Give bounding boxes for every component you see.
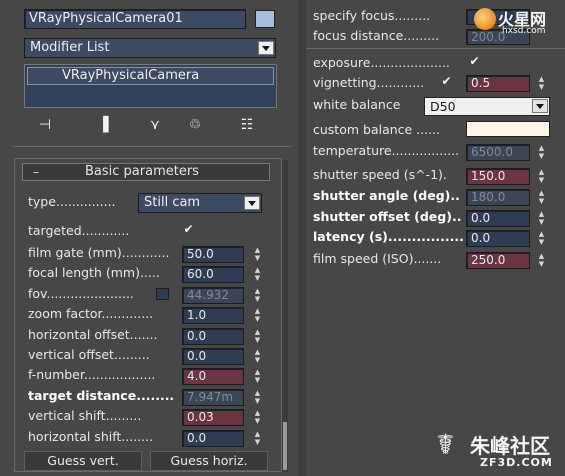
guess-horiz-button[interactable]: Guess horiz. (150, 451, 268, 471)
latency-spinner[interactable]: ▲ ▼ (536, 230, 547, 247)
shutter-angle-label: shutter angle (deg).. (313, 188, 460, 203)
latency-label: latency (s)...................... (313, 229, 463, 244)
white-balance-value: D50 (430, 99, 456, 114)
target-distance-spinner[interactable]: ▲ ▼ (252, 389, 263, 406)
horizontal-shift-field[interactable]: 0.0 (182, 430, 244, 447)
zoom-factor-field[interactable]: 1.0 (182, 307, 244, 324)
zoom-factor-label: zoom factor............. (28, 306, 154, 321)
object-name-field[interactable]: VRayPhysicalCamera01 (24, 9, 246, 29)
vertical-offset-label: vertical offset......... (28, 347, 150, 362)
shutter-offset-field[interactable]: 0.0 (466, 210, 530, 227)
rollout-title: Basic parameters (85, 164, 199, 179)
custom-balance-label: custom balance ...... (313, 122, 441, 137)
shutter-offset-spinner[interactable]: ▲ ▼ (536, 210, 547, 227)
fov-field[interactable]: 44.932 (182, 287, 244, 304)
exposure-label: exposure.................... (313, 55, 450, 70)
rollout-header[interactable]: – Basic parameters (22, 163, 270, 181)
fov-checkbox[interactable] (156, 288, 169, 300)
pin-stack-icon[interactable]: ⊣ (34, 116, 56, 134)
f-number-label: f-number.................. (28, 367, 156, 382)
vertical-shift-label: vertical shift......... (28, 408, 142, 423)
temperature-label: temperature................. (313, 143, 460, 158)
fov-spinner[interactable]: ▲ ▼ (252, 287, 263, 304)
white-balance-dropdown[interactable]: D50 (424, 97, 550, 116)
configure-modifier-sets-icon[interactable]: ☷ (236, 116, 258, 134)
horizontal-offset-spinner[interactable]: ▲ ▼ (252, 328, 263, 345)
latency-field[interactable]: 0.0 (466, 230, 530, 247)
vignetting-spinner[interactable]: ▲ ▼ (536, 75, 547, 92)
guess-vert-button[interactable]: Guess vert. (24, 451, 142, 471)
zf3d-logo-text: 朱峰社区 (470, 434, 550, 458)
vignetting-label: vignetting............ (313, 75, 425, 90)
film-gate-spinner[interactable]: ▲ ▼ (252, 246, 263, 263)
temperature-spinner[interactable]: ▲ ▼ (536, 144, 547, 161)
focal-length-field[interactable]: 60.0 (182, 266, 244, 283)
shutter-speed-spinner[interactable]: ▲ ▼ (536, 168, 547, 185)
specify-focus-label: specify focus......... (313, 8, 431, 23)
f-number-spinner[interactable]: ▲ ▼ (252, 368, 263, 385)
hxsd-logo-mark (474, 8, 496, 30)
horizontal-shift-label: horizontal shift........ (28, 429, 154, 444)
focal-length-label: focal length (mm)..... (28, 265, 160, 280)
zoom-factor-spinner[interactable]: ▲ ▼ (252, 307, 263, 324)
vertical-offset-field[interactable]: 0.0 (182, 348, 244, 365)
film-speed-label: film speed (ISO)....... (313, 251, 442, 266)
shutter-speed-field[interactable]: 150.0 (466, 168, 530, 185)
film-gate-label: film gate (mm)............ (28, 245, 170, 260)
f-number-field[interactable]: 4.0 (182, 368, 244, 385)
zf3d-logo-url: ZF3D.COM (480, 456, 553, 469)
film-speed-spinner[interactable]: ▲ ▼ (536, 252, 547, 269)
type-dropdown[interactable]: Still cam (138, 193, 262, 213)
targeted-label: targeted............ (28, 223, 130, 238)
temperature-field[interactable]: 6500.0 (466, 144, 530, 161)
horizontal-shift-spinner[interactable]: ▲ ▼ (252, 430, 263, 447)
hxsd-logo-url: hxsd.com (502, 26, 546, 36)
hxsd-logo: 火星网 hxsd.com (474, 6, 564, 38)
scrollbar-thumb[interactable] (283, 422, 287, 470)
collapse-icon[interactable]: – (33, 164, 39, 180)
modifier-list-dropdown[interactable]: Modifier List (24, 38, 276, 58)
modifier-stack-item[interactable]: VRayPhysicalCamera (27, 67, 274, 85)
show-end-result-icon[interactable]: ▐ (92, 116, 114, 134)
toolbar-divider (12, 146, 292, 147)
vertical-offset-spinner[interactable]: ▲ ▼ (252, 348, 263, 365)
targeted-checkbox[interactable]: ✔ (182, 223, 195, 236)
white-balance-label: white balance (313, 97, 401, 112)
shutter-angle-field[interactable]: 180.0 (466, 189, 530, 206)
chevron-down-icon[interactable] (532, 99, 548, 113)
film-gate-field[interactable]: 50.0 (182, 246, 244, 263)
chevron-down-icon[interactable] (258, 41, 274, 55)
custom-balance-swatch[interactable] (466, 121, 550, 137)
exposure-checkbox[interactable]: ✔ (468, 55, 481, 68)
object-color-swatch[interactable] (255, 10, 275, 28)
zf3d-logo: ☤ 朱峰社区 ZF3D.COM (436, 428, 564, 474)
remove-modifier-icon[interactable]: ♲ (184, 116, 206, 134)
chevron-down-icon[interactable] (244, 196, 260, 210)
focal-length-spinner[interactable]: ▲ ▼ (252, 266, 263, 283)
target-distance-field[interactable]: 7.947m (182, 389, 244, 406)
type-label: type............... (28, 194, 116, 209)
vignetting-checkbox[interactable]: ✔ (440, 75, 453, 88)
type-value: Still cam (144, 195, 201, 210)
shutter-offset-label: shutter offset (deg).. (313, 209, 462, 224)
focus-distance-label: focus distance......... (313, 28, 440, 43)
right-divider (306, 48, 565, 49)
panel-divider (298, 0, 306, 476)
modifier-stack[interactable]: VRayPhysicalCamera (24, 64, 277, 108)
modifier-list-label: Modifier List (30, 40, 110, 55)
horizontal-offset-field[interactable]: 0.0 (182, 328, 244, 345)
film-speed-field[interactable]: 250.0 (466, 252, 530, 269)
rollout-scrollbar[interactable] (282, 160, 288, 472)
target-distance-label: target distance........ (28, 388, 175, 403)
vertical-shift-spinner[interactable]: ▲ ▼ (252, 409, 263, 426)
make-unique-icon[interactable]: ⋎ (144, 116, 166, 134)
vignetting-field[interactable]: 0.5 (466, 75, 530, 92)
horizontal-offset-label: horizontal offset....... (28, 327, 158, 342)
zf3d-logo-mark: ☤ (436, 428, 455, 461)
shutter-angle-spinner[interactable]: ▲ ▼ (536, 189, 547, 206)
shutter-speed-label: shutter speed (s^-1). (313, 167, 447, 182)
vertical-shift-field[interactable]: 0.03 (182, 409, 244, 426)
